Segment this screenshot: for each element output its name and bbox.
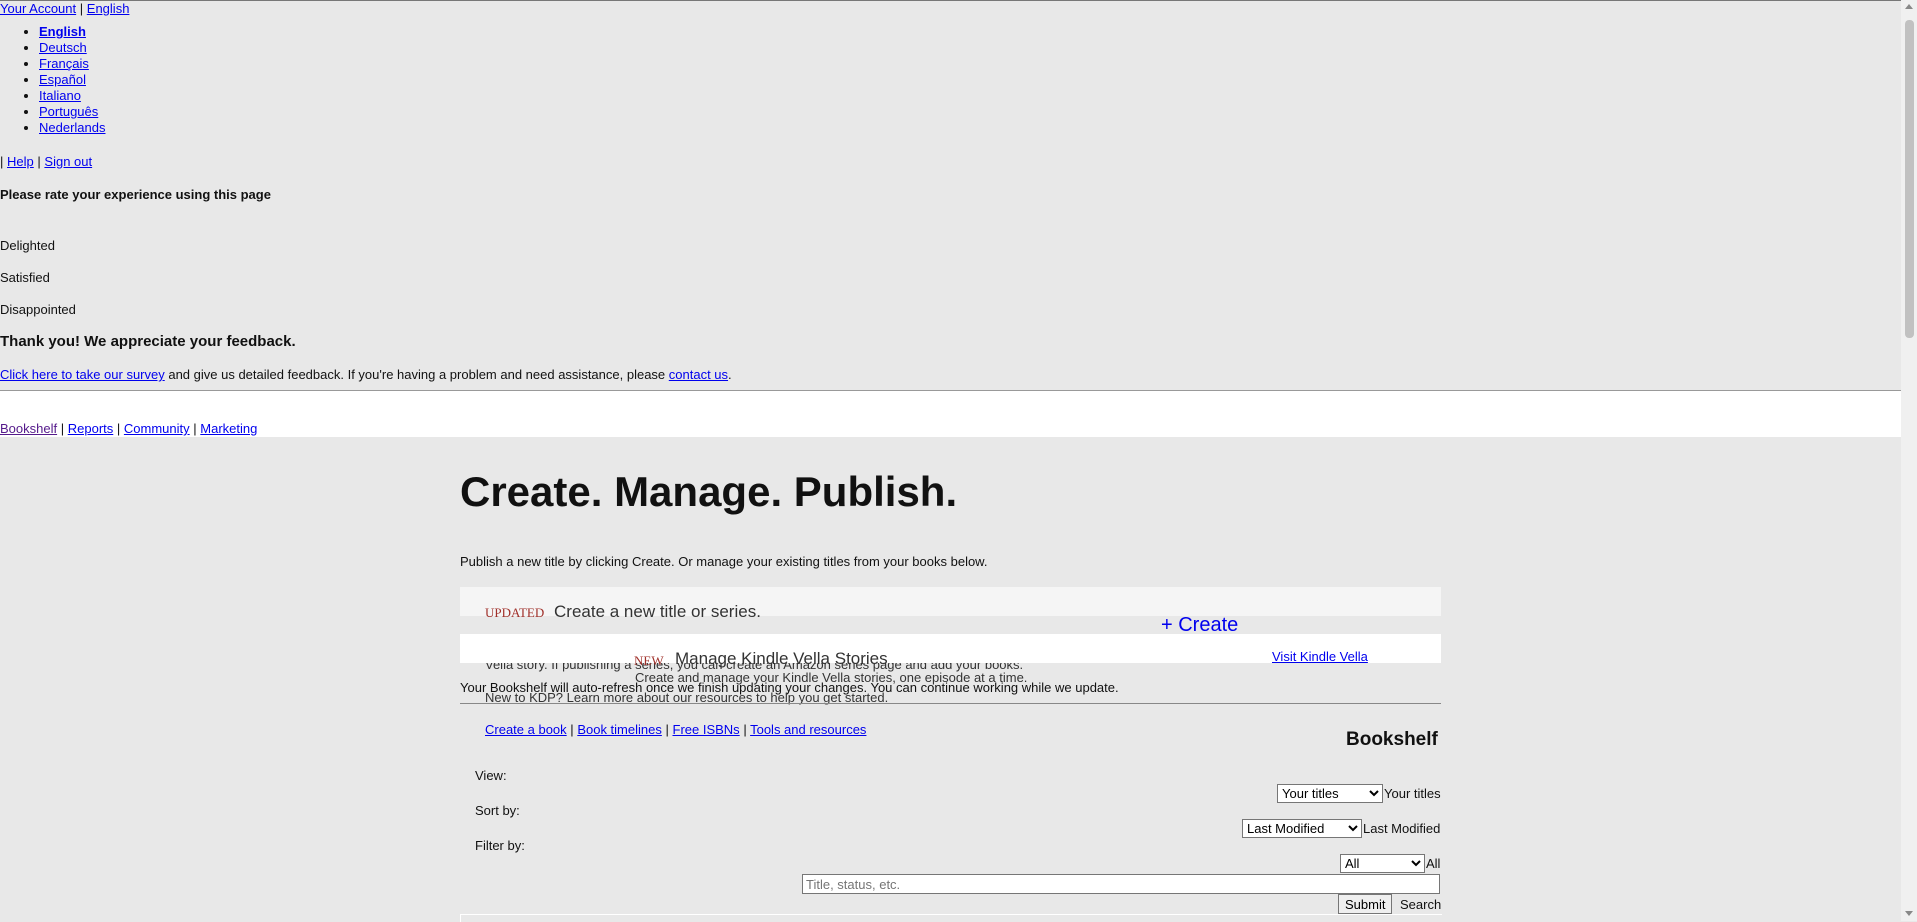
- language-deutsch[interactable]: Deutsch: [39, 40, 87, 55]
- separator: |: [0, 154, 4, 169]
- submit-button[interactable]: Submit: [1338, 894, 1393, 914]
- language-item: Nederlands: [39, 120, 106, 136]
- feedback-prompt: Please rate your experience using this p…: [0, 187, 271, 202]
- separator: |: [60, 421, 65, 436]
- feedback-option-disappointed[interactable]: Disappointed: [0, 302, 76, 317]
- separator: |: [193, 421, 197, 436]
- filter-select[interactable]: All: [1340, 854, 1425, 873]
- sort-value-label: Last Modified: [1363, 821, 1441, 836]
- page-title: Create. Manage. Publish.: [460, 468, 958, 515]
- sort-select[interactable]: Last Modified: [1242, 819, 1362, 838]
- language-item: Italiano: [39, 88, 106, 104]
- divider: [460, 703, 1441, 704]
- filter-value-label: All: [1426, 856, 1441, 871]
- separator: |: [570, 722, 574, 737]
- create-heading: Create a new title or series.: [554, 602, 761, 621]
- language-item: Español: [39, 72, 106, 88]
- search-label: Search: [1400, 897, 1442, 912]
- vella-heading: Manage Kindle Vella Stories: [675, 649, 888, 668]
- feedback-option-satisfied[interactable]: Satisfied: [0, 270, 50, 285]
- language-link[interactable]: English: [87, 1, 130, 16]
- feedback-survey-line: Click here to take our survey and give u…: [0, 367, 732, 382]
- language-list: English Deutsch Français Español Italian…: [0, 24, 106, 136]
- language-espanol[interactable]: Español: [39, 72, 86, 87]
- updated-badge: UPDATED: [485, 605, 545, 620]
- feedback-thanks: Thank you! We appreciate your feedback.: [0, 333, 296, 350]
- separator: |: [665, 722, 669, 737]
- account-bar: Your Account | English: [0, 1, 129, 16]
- book-timelines-link[interactable]: Book timelines: [577, 722, 662, 737]
- intro-text: Publish a new title by clicking Create. …: [460, 554, 988, 569]
- bookshelf-title: Bookshelf: [1346, 729, 1438, 750]
- resource-links: Create a book | Book timelines | Free IS…: [485, 722, 866, 737]
- your-account-link[interactable]: Your Account: [0, 1, 76, 16]
- nav-bookshelf[interactable]: Bookshelf: [0, 421, 57, 436]
- language-item: Português: [39, 104, 106, 120]
- language-portugues[interactable]: Português: [39, 104, 98, 119]
- separator: |: [743, 722, 747, 737]
- help-link[interactable]: Help: [7, 154, 34, 169]
- nav-marketing[interactable]: Marketing: [200, 421, 257, 436]
- language-nederlands[interactable]: Nederlands: [39, 120, 106, 135]
- separator: |: [37, 154, 41, 169]
- view-select[interactable]: Your titles: [1277, 784, 1383, 803]
- help-bar: | Help | Sign out: [0, 154, 92, 169]
- nav-reports[interactable]: Reports: [68, 421, 114, 436]
- sort-label: Sort by:: [475, 803, 520, 818]
- main-nav: Bookshelf | Reports | Community | Market…: [0, 421, 257, 436]
- separator: |: [79, 1, 84, 16]
- separator: |: [116, 421, 121, 436]
- search-input[interactable]: [802, 874, 1440, 894]
- scroll-down-arrow-icon[interactable]: [1905, 911, 1913, 916]
- language-item: Français: [39, 56, 106, 72]
- scroll-up-arrow-icon[interactable]: [1905, 4, 1913, 9]
- survey-link[interactable]: Click here to take our survey: [0, 367, 165, 382]
- nav-community[interactable]: Community: [124, 421, 190, 436]
- feedback-option-delighted[interactable]: Delighted: [0, 238, 55, 253]
- language-francais[interactable]: Français: [39, 56, 89, 71]
- top-border: [0, 0, 1917, 1]
- language-italiano[interactable]: Italiano: [39, 88, 81, 103]
- view-label: View:: [475, 768, 507, 783]
- free-isbns-link[interactable]: Free ISBNs: [673, 722, 740, 737]
- language-item: Deutsch: [39, 40, 106, 56]
- main-nav-band: [0, 390, 1901, 437]
- visit-kindle-vella-link[interactable]: Visit Kindle Vella: [1272, 649, 1368, 664]
- view-value-label: Your titles: [1384, 786, 1441, 801]
- survey-text: and give us detailed feedback. If you're…: [164, 367, 669, 382]
- new-badge: NEW: [634, 653, 664, 668]
- filter-label: Filter by:: [475, 838, 525, 853]
- sign-out-link[interactable]: Sign out: [44, 154, 92, 169]
- period: .: [728, 367, 732, 382]
- contact-us-link[interactable]: contact us: [669, 367, 728, 382]
- scroll-thumb[interactable]: [1905, 20, 1914, 338]
- tools-and-resources-link[interactable]: Tools and resources: [750, 722, 866, 737]
- language-english[interactable]: English: [39, 24, 86, 39]
- language-item: English: [39, 24, 106, 40]
- create-a-book-link[interactable]: Create a book: [485, 722, 567, 737]
